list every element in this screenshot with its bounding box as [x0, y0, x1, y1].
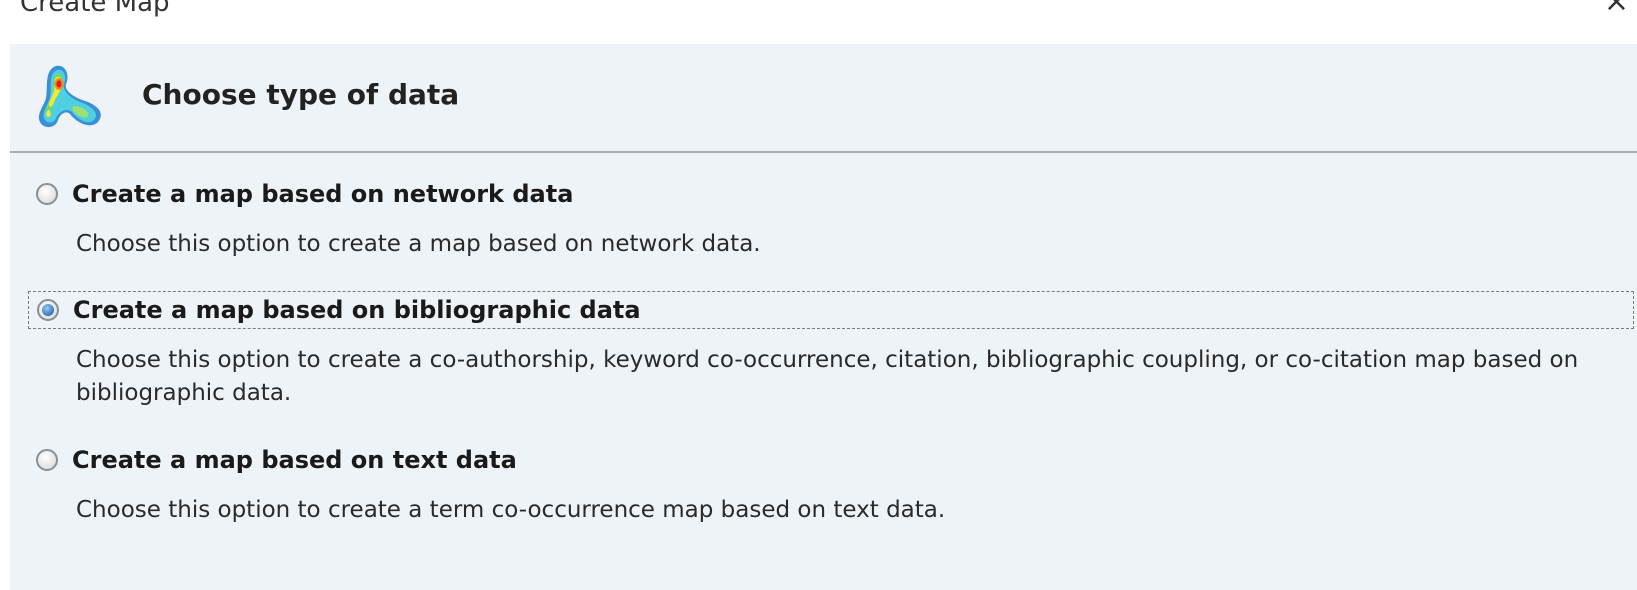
option-description: Choose this option to create a co-author…: [76, 347, 1579, 406]
create-map-window: Create Map × Choose type of data Create …: [0, 0, 1637, 590]
option-label: Create a map based on network data: [72, 180, 574, 208]
text-data-radio[interactable]: [36, 449, 58, 471]
network-data-radio[interactable]: [36, 183, 58, 205]
window-title: Create Map: [20, 0, 170, 18]
bibliographic-data-radio[interactable]: [37, 299, 59, 321]
dialog-body: Choose type of data Create a map based o…: [10, 44, 1637, 590]
title-bar: Create Map ×: [0, 0, 1637, 44]
vosviewer-density-logo-icon: [38, 65, 101, 128]
option-description: Choose this option to create a map based…: [76, 231, 761, 257]
close-button[interactable]: ×: [1604, 0, 1629, 19]
dialog-header: Choose type of data: [10, 44, 1637, 153]
option-text-data[interactable]: Create a map based on text data: [28, 441, 517, 479]
option-network-data[interactable]: Create a map based on network data: [28, 175, 573, 213]
option-bibliographic-data[interactable]: Create a map based on bibliographic data: [28, 291, 1634, 329]
option-label: Create a map based on bibliographic data: [73, 296, 641, 324]
page-title: Choose type of data: [142, 78, 460, 111]
option-description: Choose this option to create a term co-o…: [76, 497, 946, 523]
option-label: Create a map based on text data: [72, 446, 517, 474]
